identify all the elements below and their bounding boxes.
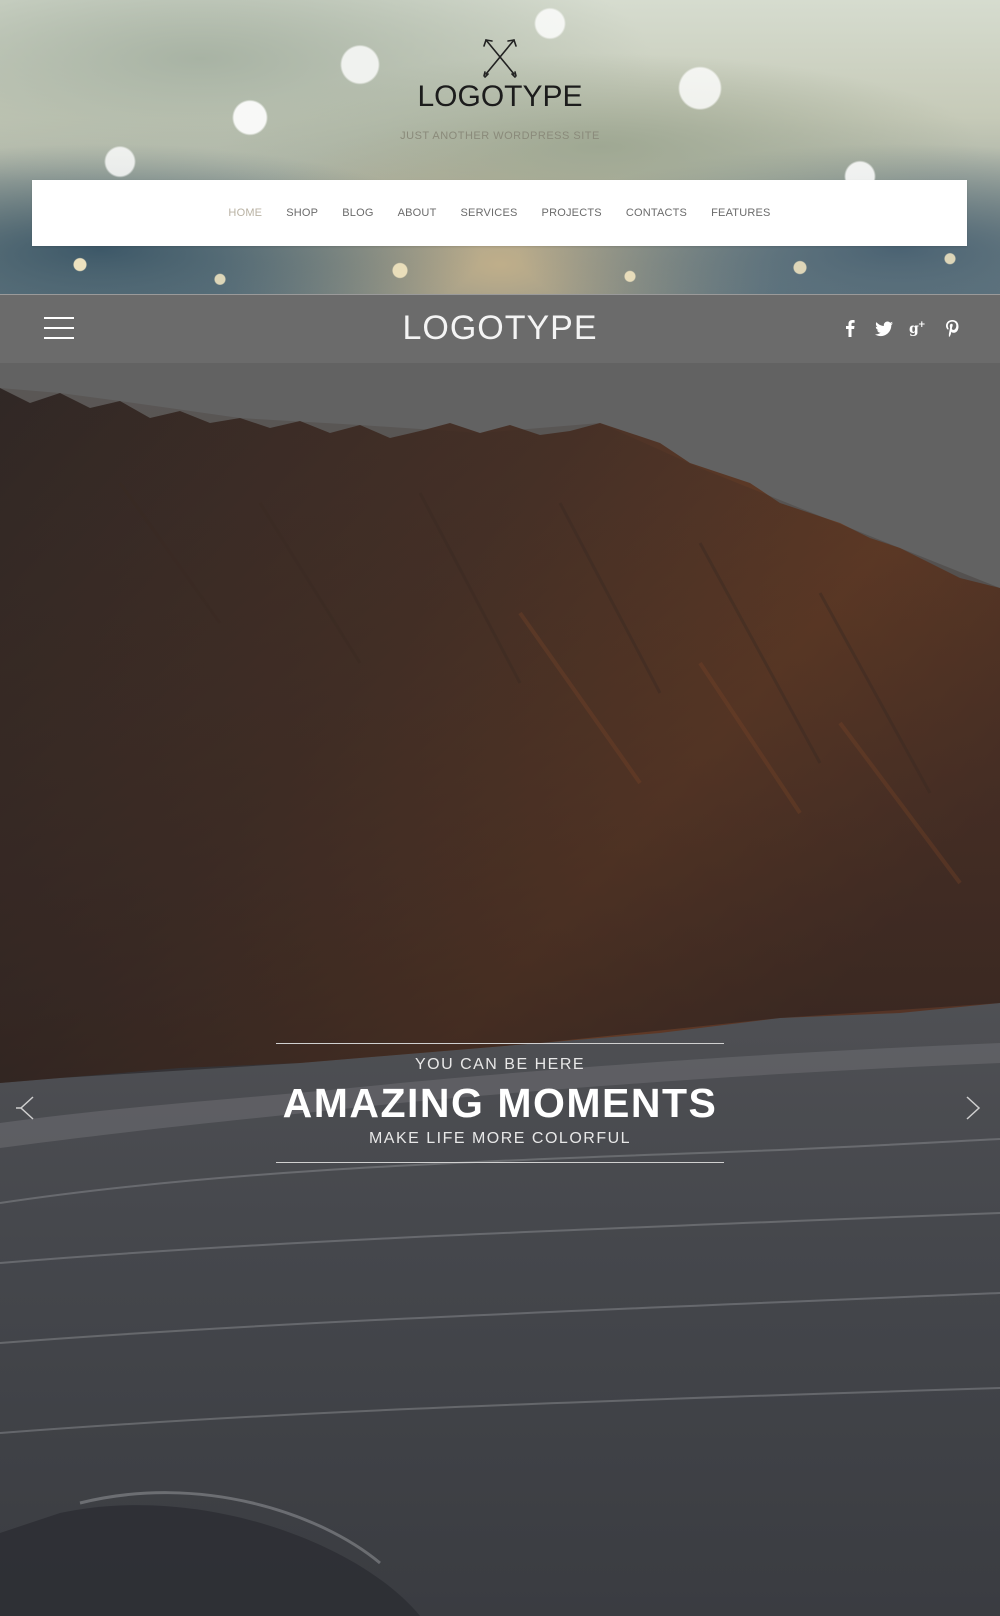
nav-item-services[interactable]: SERVICES [449,207,530,219]
site-logo-title[interactable]: LOGOTYPE [0,80,1000,114]
facebook-icon[interactable] [840,317,860,339]
nav-item-contacts[interactable]: CONTACTS [614,207,699,219]
nav-item-shop[interactable]: SHOP [274,207,330,219]
chevron-left-icon[interactable] [16,1093,38,1123]
site-tagline: JUST ANOTHER WORDPRESS SITE [400,130,600,142]
hero-caption: YOU CAN BE HERE AMAZING MOMENTS MAKE LIF… [276,1043,724,1163]
pinterest-icon[interactable] [942,317,962,339]
google-plus-icon[interactable]: g + [908,317,928,339]
nav-item-blog[interactable]: BLOG [330,207,385,219]
chevron-right-icon[interactable] [962,1093,984,1123]
hero-subline: MAKE LIFE MORE COLORFUL [368,1130,632,1147]
crossed-arrows-icon [483,39,517,78]
nav-item-features[interactable]: FEATURES [699,207,782,219]
nav-item-about[interactable]: ABOUT [386,207,449,219]
hero-kicker: YOU CAN BE HERE [414,1056,586,1073]
top-header: LOGOTYPE JUST ANOTHER WORDPRESS SITE [0,0,1000,294]
nav-item-home[interactable]: HOME [216,207,274,219]
svg-text:+: + [918,320,926,330]
hero-background-image [0,363,1000,1616]
hero-slider: YOU CAN BE HERE AMAZING MOMENTS MAKE LIF… [0,363,1000,1616]
social-links: g + [840,317,962,339]
hero-headline: AMAZING MOMENTS [282,1080,718,1126]
nav-menu: HOME SHOP BLOG ABOUT SERVICES PROJECTS C… [216,207,782,219]
twitter-icon[interactable] [874,317,894,339]
main-navigation: HOME SHOP BLOG ABOUT SERVICES PROJECTS C… [32,180,967,246]
nav-item-projects[interactable]: PROJECTS [530,207,614,219]
sticky-header-bar: LOGOTYPE g + [0,294,1000,364]
